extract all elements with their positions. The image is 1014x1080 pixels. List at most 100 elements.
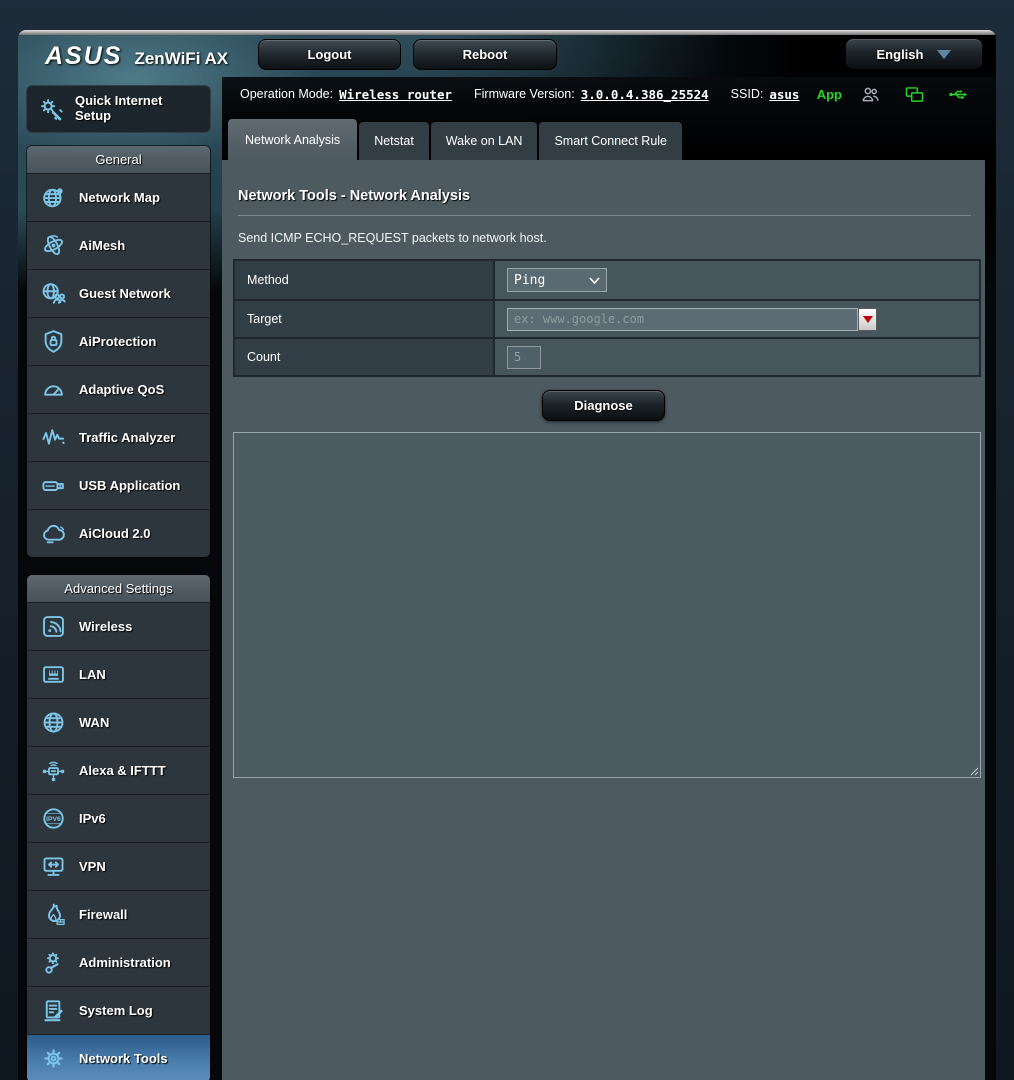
sidebar-item-label: Wireless — [79, 619, 133, 634]
sidebar-item-wireless[interactable]: Wireless — [27, 602, 210, 650]
sidebar: Quick Internet Setup General Network Map A… — [26, 85, 211, 1080]
sidebar-item-guest-network[interactable]: Guest Network — [27, 269, 210, 317]
network-tools-icon — [37, 1043, 69, 1075]
red-dropdown-arrow-icon — [862, 315, 873, 323]
sidebar-item-usb-application[interactable]: USB Application — [27, 461, 210, 509]
target-label: Target — [235, 301, 495, 337]
sidebar-item-label: Quick Internet Setup — [75, 93, 163, 123]
adaptive-qos-icon — [37, 374, 69, 406]
reboot-button[interactable]: Reboot — [413, 39, 557, 70]
sidebar-group-header: Advanced Settings — [27, 575, 210, 602]
vpn-icon — [37, 851, 69, 883]
sidebar-item-aimesh[interactable]: AiMesh — [27, 221, 210, 269]
app-window: ASUS ZenWiFi AX Logout Reboot English Op… — [18, 30, 996, 1080]
sidebar-item-label: AiCloud 2.0 — [79, 526, 151, 541]
table-row: Count — [235, 337, 979, 375]
svg-text:IPV6: IPV6 — [46, 816, 61, 823]
chevron-down-icon — [937, 49, 952, 59]
sidebar-item-wan[interactable]: WAN — [27, 698, 210, 746]
sidebar-item-label: Traffic Analyzer — [79, 430, 176, 445]
sidebar-item-traffic-analyzer[interactable]: Traffic Analyzer — [27, 413, 210, 461]
firmware-label: Firmware Version: — [474, 87, 575, 101]
tab-network-analysis[interactable]: Network Analysis — [228, 119, 358, 160]
sidebar-group-general: General Network Map AiMesh Guest Network AiP… — [26, 145, 211, 558]
sidebar-item-label: IPv6 — [79, 811, 106, 826]
brand: ASUS ZenWiFi AX — [45, 42, 228, 71]
table-row: Method Ping — [235, 261, 979, 299]
sidebar-group-advanced-settings: Advanced Settings Wireless LAN WAN Alexa & I… — [26, 574, 211, 1080]
sidebar-item-label: USB Application — [79, 478, 181, 493]
result-textarea[interactable] — [233, 432, 981, 778]
page-description: Send ICMP ECHO_REQUEST packets to networ… — [238, 231, 547, 245]
alexa-ifttt-icon — [37, 755, 69, 787]
sidebar-item-firewall[interactable]: Firewall — [27, 890, 210, 938]
lan-icon — [37, 659, 69, 691]
sidebar-item-label: Network Tools — [79, 1051, 168, 1066]
product-name: ZenWiFi AX — [134, 49, 229, 68]
tab-bar: Network Analysis Netstat Wake on LAN Sma… — [228, 119, 683, 160]
operation-mode-link[interactable]: Wireless router — [339, 87, 452, 102]
sidebar-item-label: AiProtection — [79, 334, 157, 349]
diagnose-button[interactable]: Diagnose — [542, 390, 665, 421]
method-label: Method — [235, 261, 495, 299]
sidebar-item-system-log[interactable]: System Log — [27, 986, 210, 1034]
sidebar-item-label: Network Map — [79, 190, 160, 205]
aicloud-icon — [37, 518, 69, 550]
qis-icon — [35, 93, 67, 125]
sidebar-item-label: Alexa & IFTTT — [79, 763, 166, 778]
sidebar-item-alexa-ifttt[interactable]: Alexa & IFTTT — [27, 746, 210, 794]
logout-button[interactable]: Logout — [258, 39, 401, 70]
sidebar-item-label: Administration — [79, 955, 171, 970]
count-input[interactable] — [507, 345, 541, 369]
guest-network-icon — [37, 278, 69, 310]
method-select-value: Ping — [514, 272, 546, 288]
tab-wake-on-lan[interactable]: Wake on LAN — [430, 122, 538, 160]
asus-logo: ASUS — [45, 42, 123, 70]
top-banner: ASUS ZenWiFi AX Logout Reboot English — [18, 35, 996, 77]
sidebar-item-label: VPN — [79, 859, 106, 874]
info-bar: Operation Mode: Wireless router Firmware… — [222, 77, 996, 111]
count-label: Count — [235, 339, 495, 375]
usb-status-icon[interactable] — [942, 78, 974, 110]
sidebar-item-administration[interactable]: Administration — [27, 938, 210, 986]
sidebar-item-label: Firewall — [79, 907, 128, 922]
firewall-icon — [37, 899, 69, 931]
method-select[interactable]: Ping — [507, 268, 607, 292]
sidebar-item-label: AiMesh — [79, 238, 126, 253]
ssid-label: SSID: — [730, 87, 764, 101]
sidebar-item-lan[interactable]: LAN — [27, 650, 210, 698]
divider — [238, 215, 971, 216]
sidebar-item-adaptive-qos[interactable]: Adaptive QoS — [27, 365, 210, 413]
target-input[interactable] — [507, 307, 858, 331]
language-dropdown[interactable]: English — [845, 38, 983, 70]
traffic-analyzer-icon — [37, 422, 69, 454]
sidebar-item-aicloud-2-0[interactable]: AiCloud 2.0 — [27, 509, 210, 557]
content-panel: Network Tools - Network Analysis Send IC… — [222, 160, 985, 1080]
sidebar-item-quick-internet-setup[interactable]: Quick Internet Setup — [26, 85, 211, 133]
language-label: English — [876, 46, 924, 62]
sidebar-group-header: General — [27, 146, 210, 173]
tab-smart-connect-rule[interactable]: Smart Connect Rule — [539, 122, 683, 160]
devices-icon[interactable] — [898, 78, 930, 110]
system-log-icon — [37, 995, 69, 1027]
table-row: Target — [235, 299, 979, 337]
administration-icon — [37, 947, 69, 979]
page-title: Network Tools - Network Analysis — [238, 188, 471, 204]
aiprotection-icon — [37, 326, 69, 358]
wireless-icon — [37, 611, 69, 643]
clients-icon[interactable] — [854, 78, 886, 110]
chevron-down-icon — [589, 276, 600, 284]
app-link[interactable]: App — [817, 87, 842, 102]
target-dropdown-button[interactable] — [858, 307, 877, 331]
sidebar-item-vpn[interactable]: VPN — [27, 842, 210, 890]
firmware-version-link[interactable]: 3.0.0.4.386_25524 — [581, 87, 709, 102]
sidebar-item-label: Guest Network — [79, 286, 171, 301]
ssid-link[interactable]: asus — [769, 87, 799, 102]
sidebar-item-network-tools[interactable]: Network Tools — [27, 1034, 210, 1080]
sidebar-item-ipv6[interactable]: IPV6 IPv6 — [27, 794, 210, 842]
sidebar-item-network-map[interactable]: Network Map — [27, 173, 210, 221]
sidebar-item-label: System Log — [79, 1003, 153, 1018]
sidebar-item-aiprotection[interactable]: AiProtection — [27, 317, 210, 365]
sidebar-item-label: Adaptive QoS — [79, 382, 165, 397]
tab-netstat[interactable]: Netstat — [359, 122, 429, 160]
